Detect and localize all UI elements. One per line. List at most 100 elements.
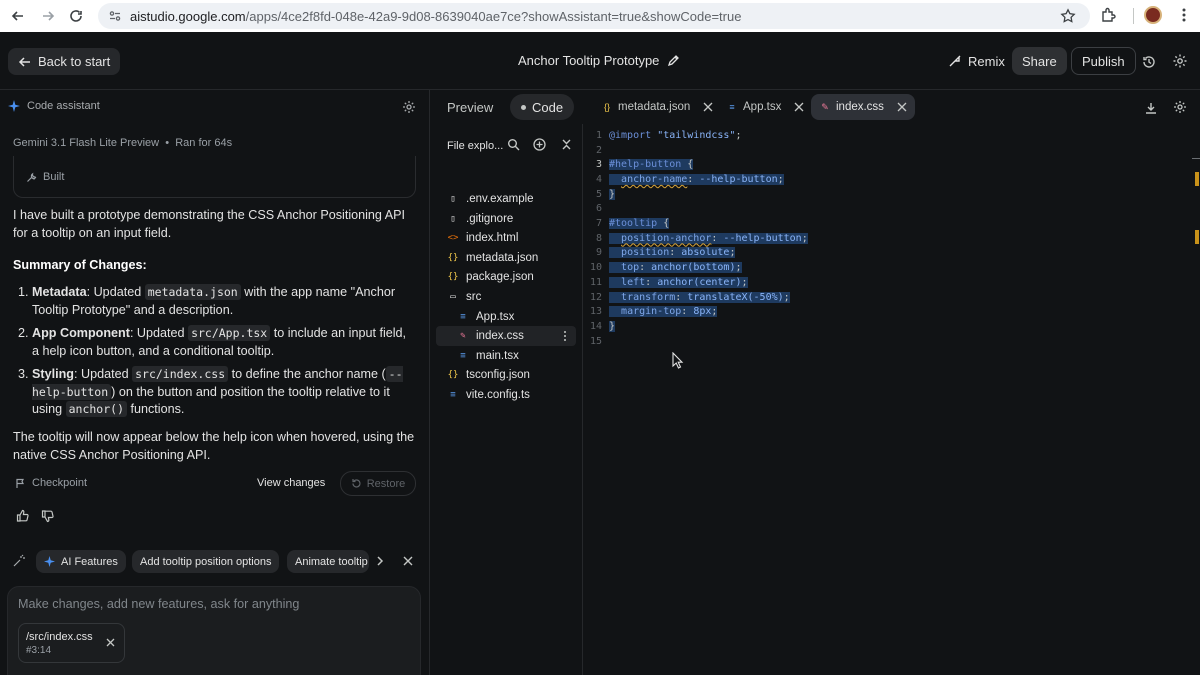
settings-gear-icon[interactable] bbox=[1172, 53, 1188, 69]
thumbs-up-icon[interactable] bbox=[16, 509, 30, 523]
code-line: 11 left: anchor(center); bbox=[583, 275, 1193, 290]
list-item-title: App Component bbox=[32, 326, 130, 340]
file-tab-metadata[interactable]: {} metadata.json bbox=[593, 94, 721, 120]
remove-context-icon[interactable] bbox=[105, 637, 116, 648]
list-number: 2. bbox=[18, 326, 29, 340]
more-options-icon[interactable] bbox=[560, 329, 570, 343]
suggestion-chip[interactable]: Add tooltip position options bbox=[132, 550, 280, 573]
edit-pencil-icon[interactable] bbox=[667, 54, 680, 67]
code-assistant-panel: Code assistant Gemini 3.1 Flash Lite Pre… bbox=[0, 90, 430, 675]
file-tree-item[interactable]: ≡ vite.config.ts bbox=[430, 385, 576, 405]
line-number: 6 bbox=[595, 203, 602, 215]
file-tree-item[interactable]: ✎ index.css bbox=[436, 326, 576, 347]
suggestion-chip[interactable]: Animate tooltip bbox=[287, 550, 369, 573]
summary-heading: Summary of Changes: bbox=[13, 257, 418, 275]
changes-list: 1. Metadata: Updated metadata.json with … bbox=[18, 284, 413, 419]
code-settings-icon[interactable] bbox=[1173, 100, 1187, 114]
list-item-text: functions. bbox=[127, 402, 185, 416]
magic-wand-icon bbox=[13, 554, 25, 567]
line-number: 4 bbox=[595, 173, 602, 185]
reload-icon[interactable] bbox=[62, 2, 90, 30]
context-file-chip[interactable]: /src/index.css #3:14 bbox=[18, 623, 125, 663]
warning-marker[interactable] bbox=[1195, 172, 1199, 186]
build-status-card[interactable]: Built bbox=[13, 156, 416, 198]
close-tab-icon[interactable] bbox=[703, 102, 713, 112]
code-line: 9 position: absolute; bbox=[583, 246, 1193, 261]
warning-marker[interactable] bbox=[1195, 230, 1199, 244]
back-to-start-button[interactable]: Back to start bbox=[8, 48, 121, 75]
close-tab-icon[interactable] bbox=[897, 102, 907, 112]
restore-label: Restore bbox=[366, 477, 406, 490]
collapse-icon[interactable] bbox=[560, 138, 573, 151]
file-tree-item[interactable]: {} package.json bbox=[430, 267, 576, 287]
forward-arrow-icon[interactable] bbox=[34, 2, 62, 30]
list-number: 3. bbox=[18, 367, 29, 381]
assistant-settings-icon[interactable] bbox=[402, 100, 416, 114]
list-item-title: Styling bbox=[32, 367, 74, 381]
suggestion-chip-ai-features[interactable]: AI Features bbox=[36, 550, 126, 573]
project-title[interactable]: Anchor Tooltip Prototype bbox=[518, 53, 680, 68]
code-line: 3 #help-button { bbox=[583, 157, 1193, 172]
css-icon: ✎ bbox=[460, 331, 466, 342]
file-tree-item[interactable]: ▭ src bbox=[430, 287, 576, 307]
publish-button[interactable]: Publish bbox=[1071, 47, 1136, 75]
code-text: left: anchor(center); bbox=[609, 276, 748, 288]
code-line: 14} bbox=[583, 319, 1193, 334]
restore-icon bbox=[352, 479, 361, 488]
folder-icon: ▭ bbox=[450, 292, 456, 302]
back-arrow-icon[interactable] bbox=[4, 2, 32, 30]
bookmark-star-icon[interactable] bbox=[1060, 8, 1076, 24]
list-item: 3. Styling: Updated src/index.css to def… bbox=[18, 366, 413, 419]
history-icon[interactable] bbox=[1141, 54, 1157, 70]
project-title-text: Anchor Tooltip Prototype bbox=[518, 53, 660, 68]
code-text: position-anchor: --help-button; bbox=[609, 232, 808, 244]
file-tree-item[interactable]: ▯ .gitignore bbox=[430, 209, 576, 229]
assistant-header: Code assistant bbox=[8, 100, 100, 112]
add-file-icon[interactable] bbox=[533, 138, 546, 151]
file-tree-label: .env.example bbox=[466, 193, 534, 205]
code-editor[interactable]: 1 @import "tailwindcss"; 2 3 #help-button {4… bbox=[583, 124, 1200, 675]
tab-code[interactable]: Code bbox=[510, 94, 575, 120]
file-tab-app[interactable]: ≡ App.tsx bbox=[718, 94, 812, 120]
close-icon[interactable] bbox=[402, 555, 414, 567]
line-number: 2 bbox=[595, 144, 602, 156]
code-line: 7 #tooltip { bbox=[583, 216, 1193, 231]
restore-button[interactable]: Restore bbox=[340, 471, 416, 496]
file-tab-label: App.tsx bbox=[743, 101, 782, 113]
code-text: transform: translateX(-50%); bbox=[609, 291, 790, 303]
file-tree-item[interactable]: ▯ .env.example bbox=[430, 189, 576, 209]
share-button[interactable]: Share bbox=[1012, 47, 1067, 75]
list-item-text: to define the anchor name ( bbox=[228, 367, 386, 381]
file-tree-item[interactable]: {} tsconfig.json bbox=[430, 365, 576, 385]
file-tab-index-css[interactable]: ✎ index.css bbox=[811, 94, 915, 120]
prompt-input[interactable]: Make changes, add new features, ask for … bbox=[7, 586, 421, 675]
download-icon[interactable] bbox=[1144, 101, 1158, 115]
file-tree-label: index.css bbox=[476, 330, 524, 343]
chevron-right-icon[interactable] bbox=[374, 554, 386, 568]
address-bar[interactable]: aistudio.google.com/apps/4ce2f8fd-048e-4… bbox=[98, 3, 1090, 29]
file-tree-item[interactable]: {} metadata.json bbox=[430, 248, 576, 268]
thumbs-down-icon[interactable] bbox=[41, 509, 55, 523]
list-item: 2. App Component: Updated src/App.tsx to… bbox=[18, 325, 413, 360]
chip-label: Add tooltip position options bbox=[140, 555, 272, 568]
close-tab-icon[interactable] bbox=[794, 102, 804, 112]
extensions-puzzle-icon[interactable] bbox=[1100, 6, 1118, 24]
profile-avatar[interactable] bbox=[1144, 6, 1162, 24]
list-number: 1. bbox=[18, 285, 29, 299]
file-tree-item[interactable]: <> index.html bbox=[430, 228, 576, 248]
file-tree-item[interactable]: ≡ App.tsx bbox=[430, 307, 576, 327]
search-icon[interactable] bbox=[507, 138, 520, 151]
tab-preview[interactable]: Preview bbox=[436, 94, 504, 120]
remix-button[interactable]: Remix bbox=[938, 47, 1015, 75]
view-changes-button[interactable]: View changes bbox=[257, 477, 325, 489]
remix-icon bbox=[949, 55, 961, 67]
file-tree-item[interactable]: ≡ main.tsx bbox=[430, 346, 576, 366]
list-item-title: Metadata bbox=[32, 285, 87, 299]
browser-menu-icon[interactable] bbox=[1176, 6, 1192, 24]
built-label: Built bbox=[43, 171, 65, 183]
build-status: Built bbox=[26, 171, 64, 183]
tsx-icon: ≡ bbox=[729, 102, 735, 112]
file-tree-label: tsconfig.json bbox=[466, 369, 530, 382]
site-settings-icon[interactable] bbox=[108, 9, 122, 23]
tsx-icon: ≡ bbox=[460, 350, 466, 361]
